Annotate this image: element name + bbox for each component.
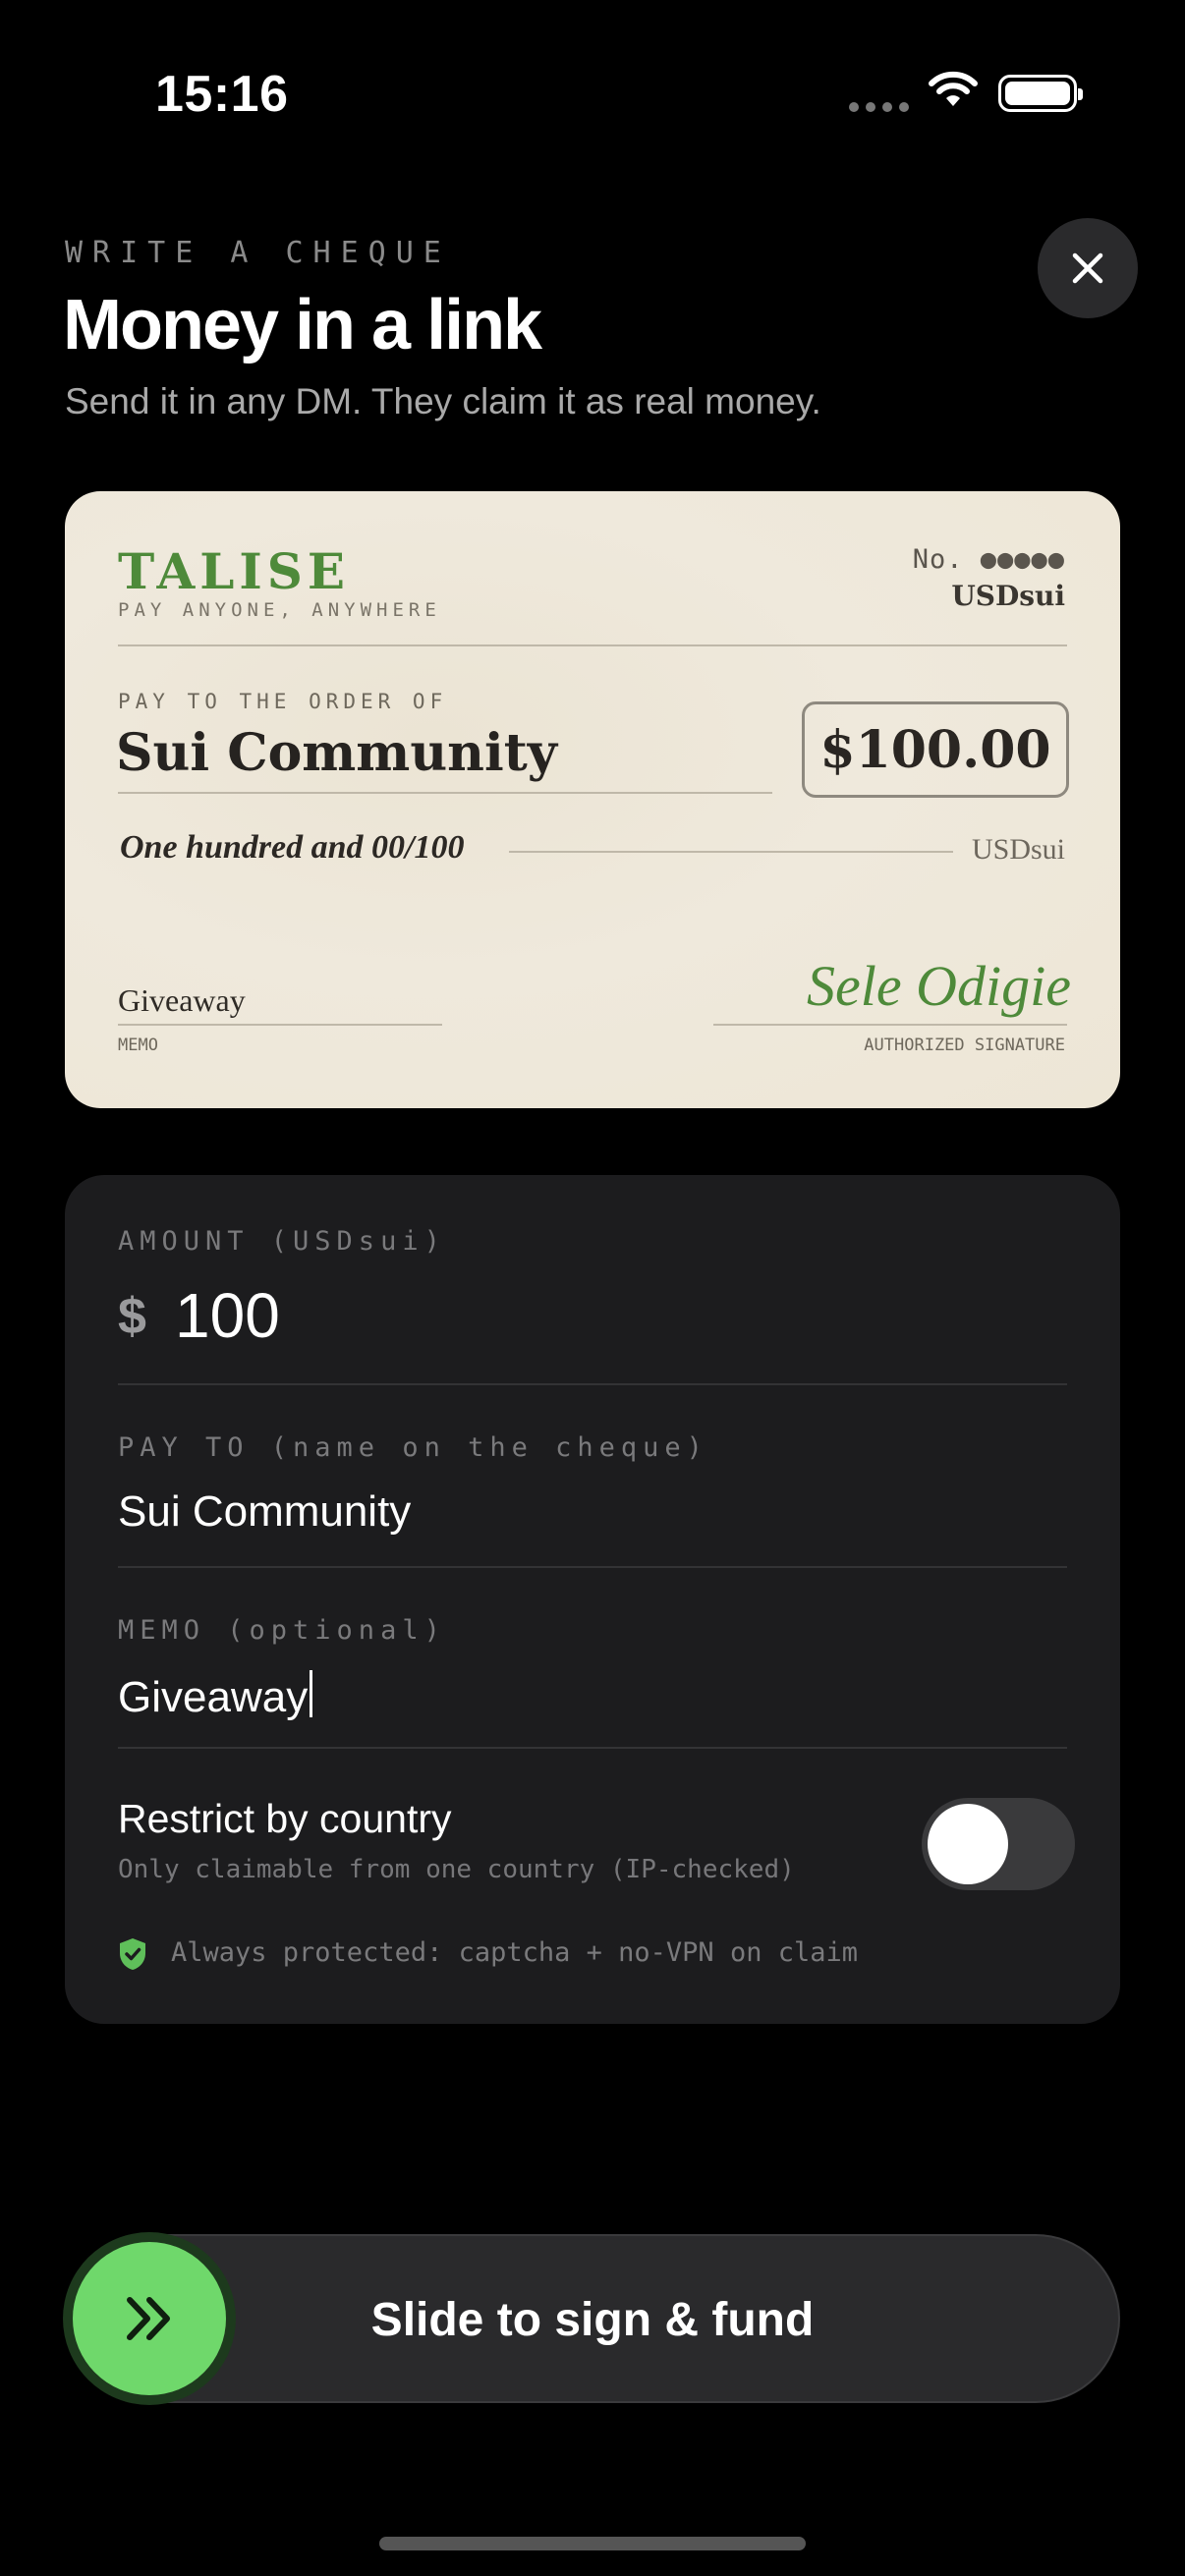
cheque-divider	[118, 644, 1067, 646]
pay-to-label: PAY TO (name on the cheque)	[118, 1432, 708, 1463]
cheque-amount-box: $100.00	[802, 701, 1069, 798]
cheque-amount-words: One hundred and 00/100	[120, 829, 465, 866]
memo-label: MEMO (optional)	[118, 1615, 446, 1646]
memo-input-text: Giveaway	[118, 1673, 309, 1721]
cheque-form: AMOUNT (USDsui) $ 100 PAY TO (name on th…	[65, 1175, 1120, 2024]
chevrons-right-icon	[127, 2297, 170, 2340]
close-button[interactable]	[1038, 218, 1138, 318]
cellular-signal-icon	[849, 102, 909, 112]
restrict-country-toggle[interactable]	[922, 1798, 1075, 1890]
cheque-signature: Sele Odigie	[807, 954, 1071, 1018]
wifi-icon	[929, 71, 978, 106]
status-time: 15:16	[155, 66, 289, 123]
signature-label: AUTHORIZED SIGNATURE	[864, 1036, 1065, 1055]
restrict-country-title: Restrict by country	[118, 1796, 452, 1841]
words-currency: USDsui	[971, 833, 1065, 866]
pay-to-input[interactable]: Sui Community	[118, 1487, 411, 1537]
currency-symbol: $	[118, 1288, 146, 1345]
close-icon	[1072, 252, 1103, 284]
cheque-brand: TALISE	[118, 542, 351, 600]
protection-note: Always protected: captcha + no-VPN on cl…	[171, 1937, 858, 1968]
toggle-knob	[928, 1804, 1008, 1884]
payee-line	[118, 792, 772, 794]
memo-input[interactable]: Giveaway	[118, 1670, 313, 1722]
slide-to-sign-track[interactable]: Slide to sign & fund	[65, 2234, 1120, 2403]
pay-to-order-label: PAY TO THE ORDER OF	[118, 690, 448, 713]
cheque-brand-tagline: PAY ANYONE, ANYWHERE	[118, 599, 441, 621]
home-indicator	[379, 2537, 806, 2550]
slide-handle[interactable]	[73, 2242, 226, 2395]
cheque-preview: TALISE PAY ANYONE, ANYWHERE No. ●●●●● US…	[65, 491, 1120, 1108]
signature-line	[713, 1024, 1067, 1026]
section-eyebrow: WRITE A CHEQUE	[65, 236, 451, 270]
cheque-memo-label: MEMO	[118, 1036, 158, 1055]
shield-check-icon	[120, 1938, 145, 1970]
cheque-memo: Giveaway	[118, 982, 246, 1018]
amount-underline	[118, 1383, 1067, 1385]
text-caret	[310, 1670, 313, 1717]
amount-input[interactable]: 100	[175, 1279, 280, 1352]
battery-icon	[998, 75, 1083, 112]
amount-label: AMOUNT (USDsui)	[118, 1226, 446, 1257]
page-title: Money in a link	[63, 286, 542, 364]
memo-underline	[118, 1747, 1067, 1749]
memo-line	[118, 1024, 442, 1026]
restrict-country-subtitle: Only claimable from one country (IP-chec…	[118, 1855, 795, 1884]
words-line	[509, 851, 953, 853]
pay-to-underline	[118, 1566, 1067, 1568]
cheque-number: No. ●●●●●	[912, 544, 1065, 575]
cheque-currency: USDsui	[951, 580, 1065, 612]
page-subtitle: Send it in any DM. They claim it as real…	[65, 381, 821, 421]
cheque-payee: Sui Community	[116, 723, 557, 783]
